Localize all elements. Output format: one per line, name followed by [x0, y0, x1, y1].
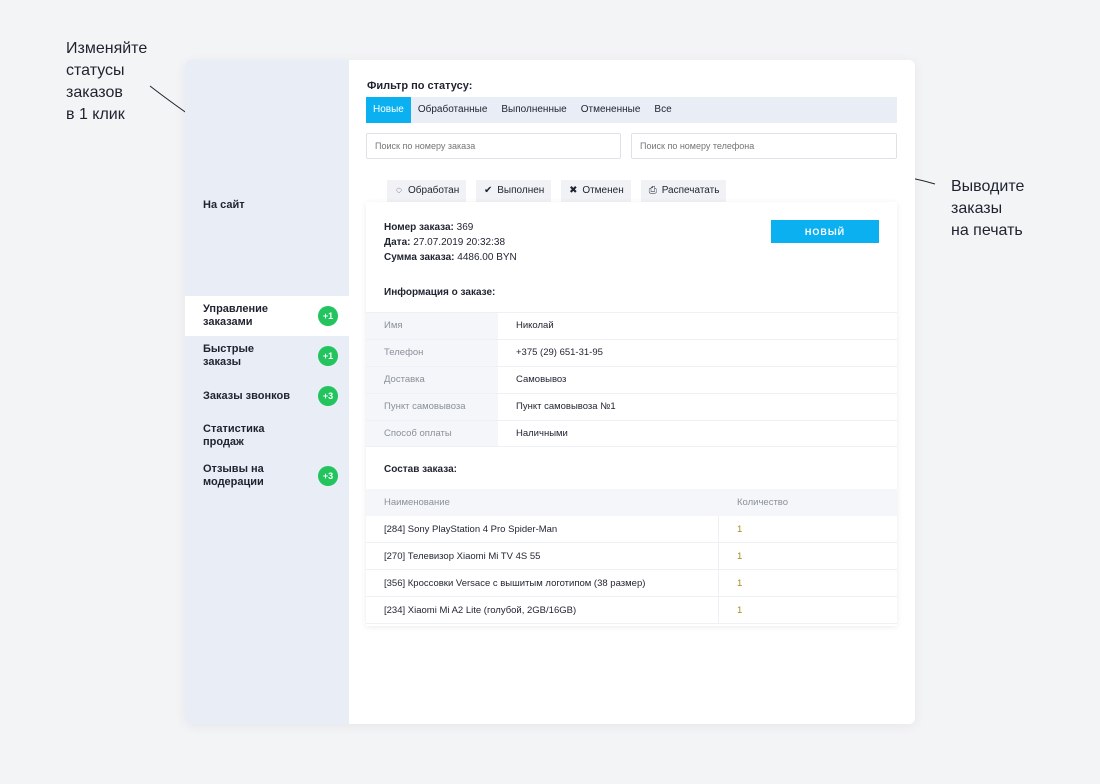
- tab-new[interactable]: Новые: [366, 97, 411, 123]
- sidebar: На сайт Управление заказами +1 Быстрые з…: [185, 60, 349, 724]
- callout-line: в 1 клик: [66, 106, 125, 123]
- order-info-table: Имя Николай Телефон +375 (29) 651-31-95 До…: [366, 312, 897, 447]
- table-row: Доставка Самовывоз: [366, 366, 897, 393]
- button-label: Отменен: [582, 185, 624, 196]
- callout-line: на печать: [951, 222, 1023, 239]
- sidebar-item-label: Заказы звонков: [203, 389, 290, 402]
- check-icon: ✔: [484, 185, 493, 196]
- main-content: Фильтр по статусу: Новые Обработанные Вы…: [349, 60, 915, 724]
- table-row: Пункт самовывоза Пункт самовывоза №1: [366, 393, 897, 420]
- table-row: [270] Телевизор Xiaomi Mi TV 4S 55 1: [366, 543, 897, 570]
- button-label: Обработан: [408, 185, 460, 196]
- sidebar-item-label: Быстрые заказы: [203, 343, 255, 368]
- table-row: Способ оплаты Наличными: [366, 420, 897, 447]
- filter-label: Фильтр по статусу:: [367, 80, 473, 92]
- search-order-input[interactable]: [366, 133, 621, 159]
- table-row: [284] Sony PlayStation 4 Pro Spider-Man 1: [366, 516, 897, 543]
- count-badge: +3: [318, 386, 338, 406]
- tab-processed[interactable]: Обработанные: [411, 97, 495, 123]
- button-label: Распечатать: [661, 185, 720, 196]
- spinner-icon: ◌: [396, 185, 402, 196]
- tab-completed[interactable]: Выполненные: [494, 97, 573, 123]
- callout-line: заказов: [66, 84, 123, 101]
- close-icon: ✖: [569, 185, 578, 196]
- order-items-table: Наименование Количество [284] Sony PlayS…: [366, 489, 897, 624]
- print-button[interactable]: ⎙ Распечатать: [640, 180, 727, 202]
- tab-all[interactable]: Все: [647, 97, 678, 123]
- site-link[interactable]: На сайт: [203, 199, 245, 212]
- callout-print: Выводите заказы на печать: [951, 176, 1024, 242]
- sidebar-item-orders[interactable]: Управление заказами +1: [185, 296, 349, 336]
- sidebar-item-label: Статистика продаж: [203, 423, 265, 448]
- sidebar-item-label: Отзывы на модерации: [203, 463, 264, 488]
- cancel-button[interactable]: ✖ Отменен: [561, 180, 631, 202]
- sidebar-item-call-orders[interactable]: Заказы звонков +3: [185, 376, 349, 416]
- processed-button[interactable]: ◌ Обработан: [387, 180, 467, 202]
- callout-change-status: Изменяйте статусы заказов в 1 клик: [66, 38, 147, 126]
- order-number: Номер заказа: 369: [384, 222, 474, 233]
- count-badge: +3: [318, 466, 338, 486]
- tab-cancelled[interactable]: Отмененные: [574, 97, 648, 123]
- order-info-title: Информация о заказе:: [384, 287, 496, 298]
- sidebar-item-quick-orders[interactable]: Быстрые заказы +1: [185, 336, 349, 376]
- callout-line: Изменяйте: [66, 40, 148, 57]
- order-items-title: Состав заказа:: [384, 464, 457, 475]
- order-sum: Сумма заказа: 4486.00 BYN: [384, 252, 517, 263]
- count-badge: +1: [318, 306, 338, 326]
- status-tabs: Новые Обработанные Выполненные Отмененны…: [366, 97, 897, 123]
- count-badge: +1: [318, 346, 338, 366]
- sidebar-item-reviews[interactable]: Отзывы на модерации +3: [185, 456, 349, 496]
- table-row: Имя Николай: [366, 312, 897, 339]
- sidebar-item-sales-stats[interactable]: Статистика продаж: [185, 416, 349, 456]
- admin-window: На сайт Управление заказами +1 Быстрые з…: [185, 60, 915, 724]
- table-row: [356] Кроссовки Versace с вышитым логоти…: [366, 570, 897, 597]
- status-badge[interactable]: НОВЫЙ: [771, 220, 879, 243]
- button-label: Выполнен: [497, 185, 545, 196]
- callout-line: заказы: [951, 200, 1003, 217]
- order-date: Дата: 27.07.2019 20:32:38: [384, 237, 506, 248]
- callout-line: Выводите: [951, 178, 1025, 195]
- done-button[interactable]: ✔ Выполнен: [476, 180, 552, 202]
- order-actions: ◌ Обработан ✔ Выполнен ✖ Отменен ⎙ Распе…: [387, 180, 727, 202]
- printer-icon: ⎙: [648, 185, 657, 196]
- order-card: Номер заказа: 369 Дата: 27.07.2019 20:32…: [366, 202, 897, 626]
- table-row: [234] Xiaomi Mi A2 Lite (голубой, 2GB/16…: [366, 597, 897, 624]
- table-row: Телефон +375 (29) 651-31-95: [366, 339, 897, 366]
- table-header: Наименование Количество: [366, 489, 897, 516]
- callout-line: статусы: [66, 62, 125, 79]
- search-phone-input[interactable]: [631, 133, 897, 159]
- sidebar-item-label: Управление заказами: [203, 303, 269, 328]
